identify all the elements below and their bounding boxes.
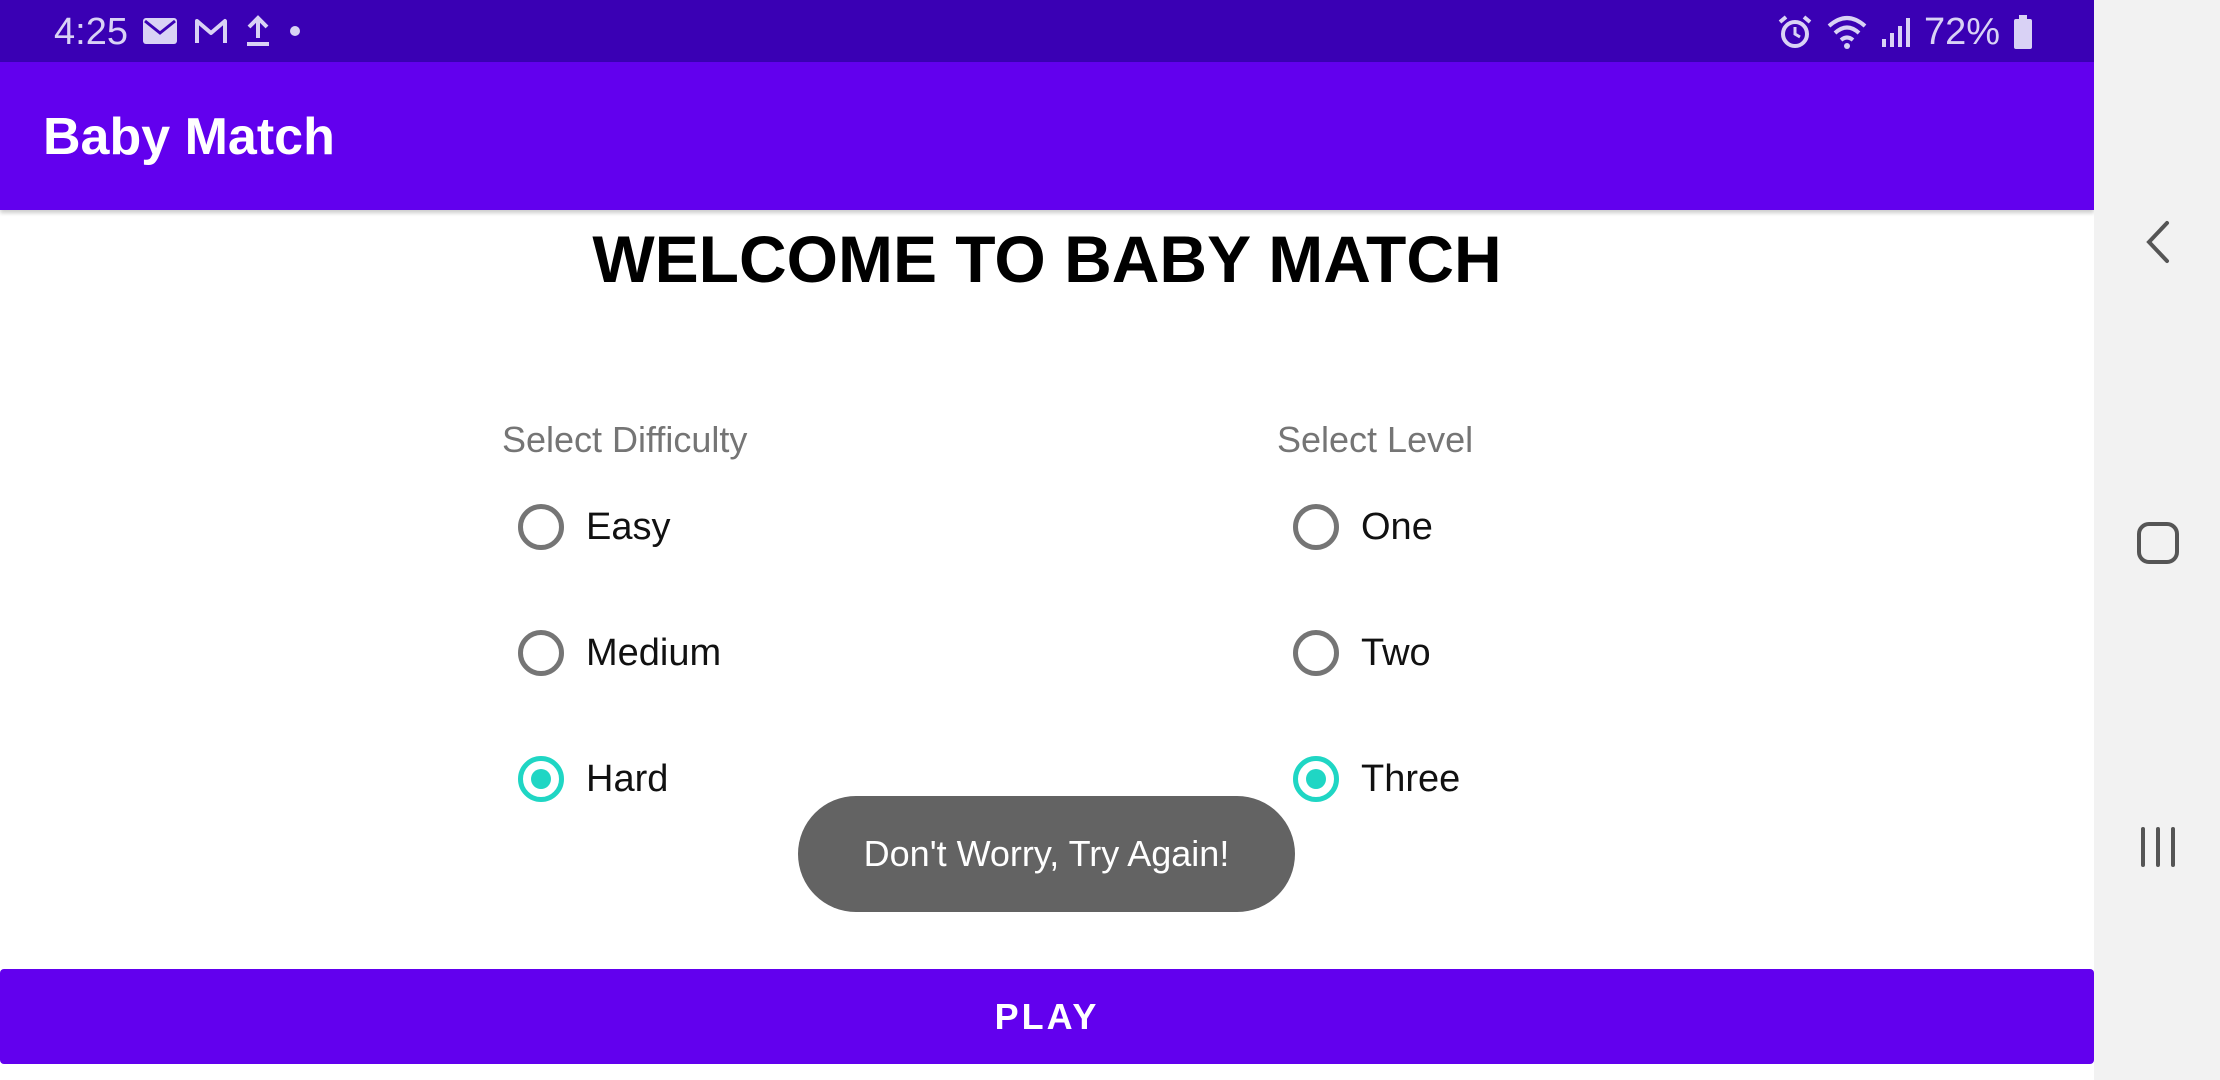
- welcome-title: WELCOME TO BABY MATCH: [592, 222, 1502, 296]
- dot-icon: [288, 24, 302, 38]
- radio-button-checked-icon[interactable]: [1293, 756, 1339, 802]
- signal-icon: [1880, 15, 1912, 49]
- battery-icon: [2012, 14, 2034, 50]
- radio-label: Easy: [586, 506, 671, 548]
- radio-button-icon[interactable]: [1293, 504, 1339, 550]
- system-nav-bar: [2094, 0, 2220, 1080]
- radio-hard[interactable]: Hard: [500, 739, 668, 819]
- status-time: 4:25: [54, 11, 128, 53]
- radio-button-checked-icon[interactable]: [518, 756, 564, 802]
- radio-one[interactable]: One: [1275, 487, 1433, 567]
- radio-button-icon[interactable]: [518, 504, 564, 550]
- radio-dot: [531, 769, 551, 789]
- radio-two[interactable]: Two: [1275, 613, 1431, 693]
- radio-medium[interactable]: Medium: [500, 613, 721, 693]
- radio-button-icon[interactable]: [518, 630, 564, 676]
- level-group-label: Select Level: [1277, 419, 1474, 460]
- app-title: Baby Match: [43, 108, 335, 166]
- play-button[interactable]: PLAY: [0, 969, 2094, 1064]
- radio-button-icon[interactable]: [1293, 630, 1339, 676]
- gmail-icon: [194, 17, 228, 45]
- back-icon[interactable]: [2132, 216, 2184, 268]
- difficulty-group-label: Select Difficulty: [502, 419, 748, 460]
- recents-icon[interactable]: [2132, 821, 2184, 873]
- app-bar: Baby Match: [0, 62, 2094, 210]
- wifi-icon: [1826, 14, 1868, 50]
- radio-label: Medium: [586, 632, 722, 674]
- radio-easy[interactable]: Easy: [500, 487, 670, 567]
- home-icon[interactable]: [2132, 517, 2184, 569]
- notification-icons: [142, 14, 318, 48]
- battery-percent: 72%: [1923, 11, 2000, 53]
- alarm-icon: [1776, 13, 1814, 51]
- radio-dot: [1306, 769, 1326, 789]
- radio-label: Three: [1361, 758, 1461, 800]
- mail-icon: [142, 16, 178, 46]
- radio-three[interactable]: Three: [1275, 739, 1460, 819]
- system-icons: 72%: [1764, 10, 2034, 54]
- radio-label: Hard: [586, 758, 669, 800]
- radio-label: One: [1361, 506, 1433, 548]
- status-bar: 4:25 72%: [0, 0, 2094, 62]
- toast-message: Don't Worry, Try Again!: [798, 796, 1295, 912]
- radio-label: Two: [1361, 632, 1431, 674]
- upload-icon: [244, 14, 272, 48]
